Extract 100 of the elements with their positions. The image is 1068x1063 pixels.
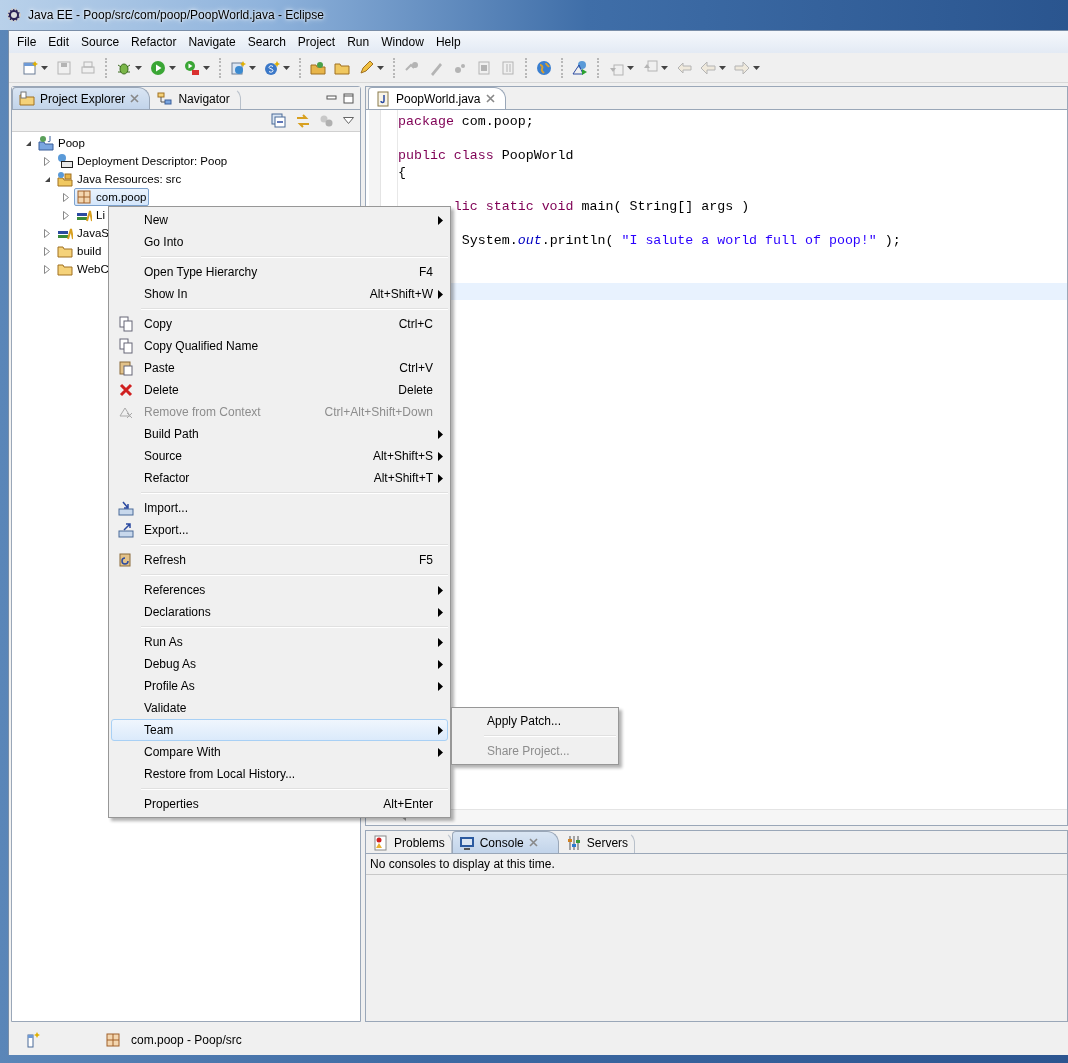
dropdown-arrow-icon[interactable] xyxy=(135,65,142,70)
menu-item[interactable]: Copy Ctrl+C xyxy=(111,313,448,335)
paste-icon xyxy=(118,360,134,376)
menu-item[interactable]: Import... xyxy=(111,497,448,519)
print-icon xyxy=(80,59,96,76)
menu-item[interactable]: Team xyxy=(111,719,448,741)
tree-item[interactable]: build xyxy=(55,242,104,260)
menu-item[interactable]: Export... xyxy=(111,519,448,541)
menu-item[interactable]: Debug As xyxy=(111,653,448,675)
expand-arrow-icon[interactable] xyxy=(44,156,50,166)
close-icon[interactable] xyxy=(528,838,538,847)
java-file-icon xyxy=(375,90,391,107)
search-run-icon xyxy=(572,59,588,76)
view-menu-icon[interactable] xyxy=(343,117,354,124)
close-icon[interactable] xyxy=(130,94,140,103)
menu-item[interactable]: Copy Qualified Name xyxy=(111,335,448,357)
menu-item[interactable]: New xyxy=(111,209,448,231)
menu-item[interactable]: Source Alt+Shift+S xyxy=(111,445,448,467)
menu-item[interactable]: Show In Alt+Shift+W xyxy=(111,283,448,305)
menu-item[interactable]: Refactor Alt+Shift+T xyxy=(111,467,448,489)
monitor-icon xyxy=(458,834,475,851)
pen-icon xyxy=(358,59,374,76)
editor-tab[interactable]: PoopWorld.java xyxy=(368,87,506,109)
globe-icon xyxy=(536,59,552,76)
menu-item[interactable]: Refresh F5 xyxy=(111,549,448,571)
folder-icon xyxy=(19,90,35,107)
menu-bar-item[interactable]: Refactor xyxy=(125,35,183,49)
view-tab[interactable]: Project Explorer xyxy=(12,87,151,109)
menu-bar-item[interactable]: Run xyxy=(341,35,376,49)
project-icon xyxy=(38,135,54,151)
server-icon xyxy=(230,59,246,76)
menu-item[interactable]: Delete Delete xyxy=(111,379,448,401)
code-line: lic static void main( String[] args ) xyxy=(452,198,751,215)
console-message: No consoles to display at this time. xyxy=(366,854,1067,875)
package-icon xyxy=(105,1031,121,1048)
menu-item[interactable]: Run As xyxy=(111,631,448,653)
menu-bar-item[interactable]: Navigate xyxy=(182,35,242,49)
folder-icon xyxy=(57,243,73,259)
tree-item[interactable]: Java Resources: src xyxy=(55,170,184,188)
tree-item[interactable]: Poop xyxy=(36,134,87,152)
app-icon xyxy=(6,7,22,23)
view-tab[interactable]: Console xyxy=(451,831,559,853)
menu-item[interactable]: Restore from Local History... xyxy=(111,763,448,785)
menu-bar-item[interactable]: File xyxy=(11,35,43,49)
menu-bar-item[interactable]: Edit xyxy=(42,35,76,49)
menu-item[interactable]: Validate xyxy=(111,697,448,719)
horizontal-scrollbar[interactable] xyxy=(366,809,1067,825)
tree-item[interactable]: com.poop xyxy=(74,188,149,206)
refresh-icon xyxy=(118,552,134,568)
dropdown-arrow-icon[interactable] xyxy=(377,65,384,70)
window-title: Java EE - Poop/src/com/poop/PoopWorld.java - Eclipse xyxy=(28,8,324,22)
paragraph-icon xyxy=(500,59,516,76)
back-arrow-icon xyxy=(700,59,716,76)
tree-item[interactable]: JavaS xyxy=(55,224,111,242)
menu-bar-item[interactable]: Project xyxy=(291,35,342,49)
document-icon xyxy=(476,59,492,76)
view-tab[interactable]: Problems xyxy=(366,831,452,853)
collapse-arrow-icon[interactable] xyxy=(24,139,32,147)
dropdown-arrow-icon[interactable] xyxy=(203,65,210,70)
fast-view-icon[interactable] xyxy=(25,1031,41,1048)
folder-icon xyxy=(57,261,73,277)
menu-bar-item[interactable]: Source xyxy=(75,35,126,49)
dropdown-arrow-icon[interactable] xyxy=(169,65,176,70)
forward-arrow-icon xyxy=(734,59,750,76)
run-icon xyxy=(150,59,166,76)
menu-item[interactable]: Apply Patch... xyxy=(454,710,616,732)
dropdown-arrow-icon[interactable] xyxy=(283,65,290,70)
dropdown-arrow-icon[interactable] xyxy=(249,65,256,70)
package-icon xyxy=(76,189,92,205)
menu-item[interactable]: Properties Alt+Enter xyxy=(111,793,448,815)
link-arrows-icon[interactable] xyxy=(295,112,311,129)
menu-item[interactable]: Go Into xyxy=(111,231,448,253)
new-class-icon xyxy=(264,59,280,76)
close-icon[interactable] xyxy=(485,94,495,103)
code-line: package com.poop; xyxy=(397,113,535,130)
copy-icon xyxy=(118,316,134,332)
tree-item[interactable]: Deployment Descriptor: Poop xyxy=(55,152,230,170)
menu-item[interactable]: References xyxy=(111,579,448,601)
menu-bar-item[interactable]: Help xyxy=(429,35,467,49)
collapse-all-icon[interactable] xyxy=(271,112,287,129)
view-tab[interactable]: Servers xyxy=(558,831,636,853)
menu-item[interactable]: Profile As xyxy=(111,675,448,697)
tree-item[interactable]: Li xyxy=(74,206,107,224)
menu-item[interactable]: Build Path xyxy=(111,423,448,445)
export-icon xyxy=(118,522,134,538)
status-text: com.poop - Poop/src xyxy=(131,1032,242,1047)
menu-item[interactable]: Open Type Hierarchy F4 xyxy=(111,261,448,283)
menu-bar-item[interactable]: Search xyxy=(241,35,292,49)
collapse-arrow-icon[interactable] xyxy=(43,175,51,183)
menu-item[interactable]: Compare With xyxy=(111,741,448,763)
delete-icon xyxy=(118,382,134,398)
resources-icon xyxy=(57,171,73,187)
dropdown-arrow-icon[interactable] xyxy=(41,65,48,70)
copy-icon xyxy=(118,338,134,354)
menu-item[interactable]: Paste Ctrl+V xyxy=(111,357,448,379)
maximize-icon[interactable] xyxy=(343,92,354,104)
tree-item[interactable]: WebC xyxy=(55,260,111,278)
menu-item[interactable]: Declarations xyxy=(111,601,448,623)
view-tab[interactable]: Navigator xyxy=(150,87,241,109)
menu-bar-item[interactable]: Window xyxy=(375,35,430,49)
